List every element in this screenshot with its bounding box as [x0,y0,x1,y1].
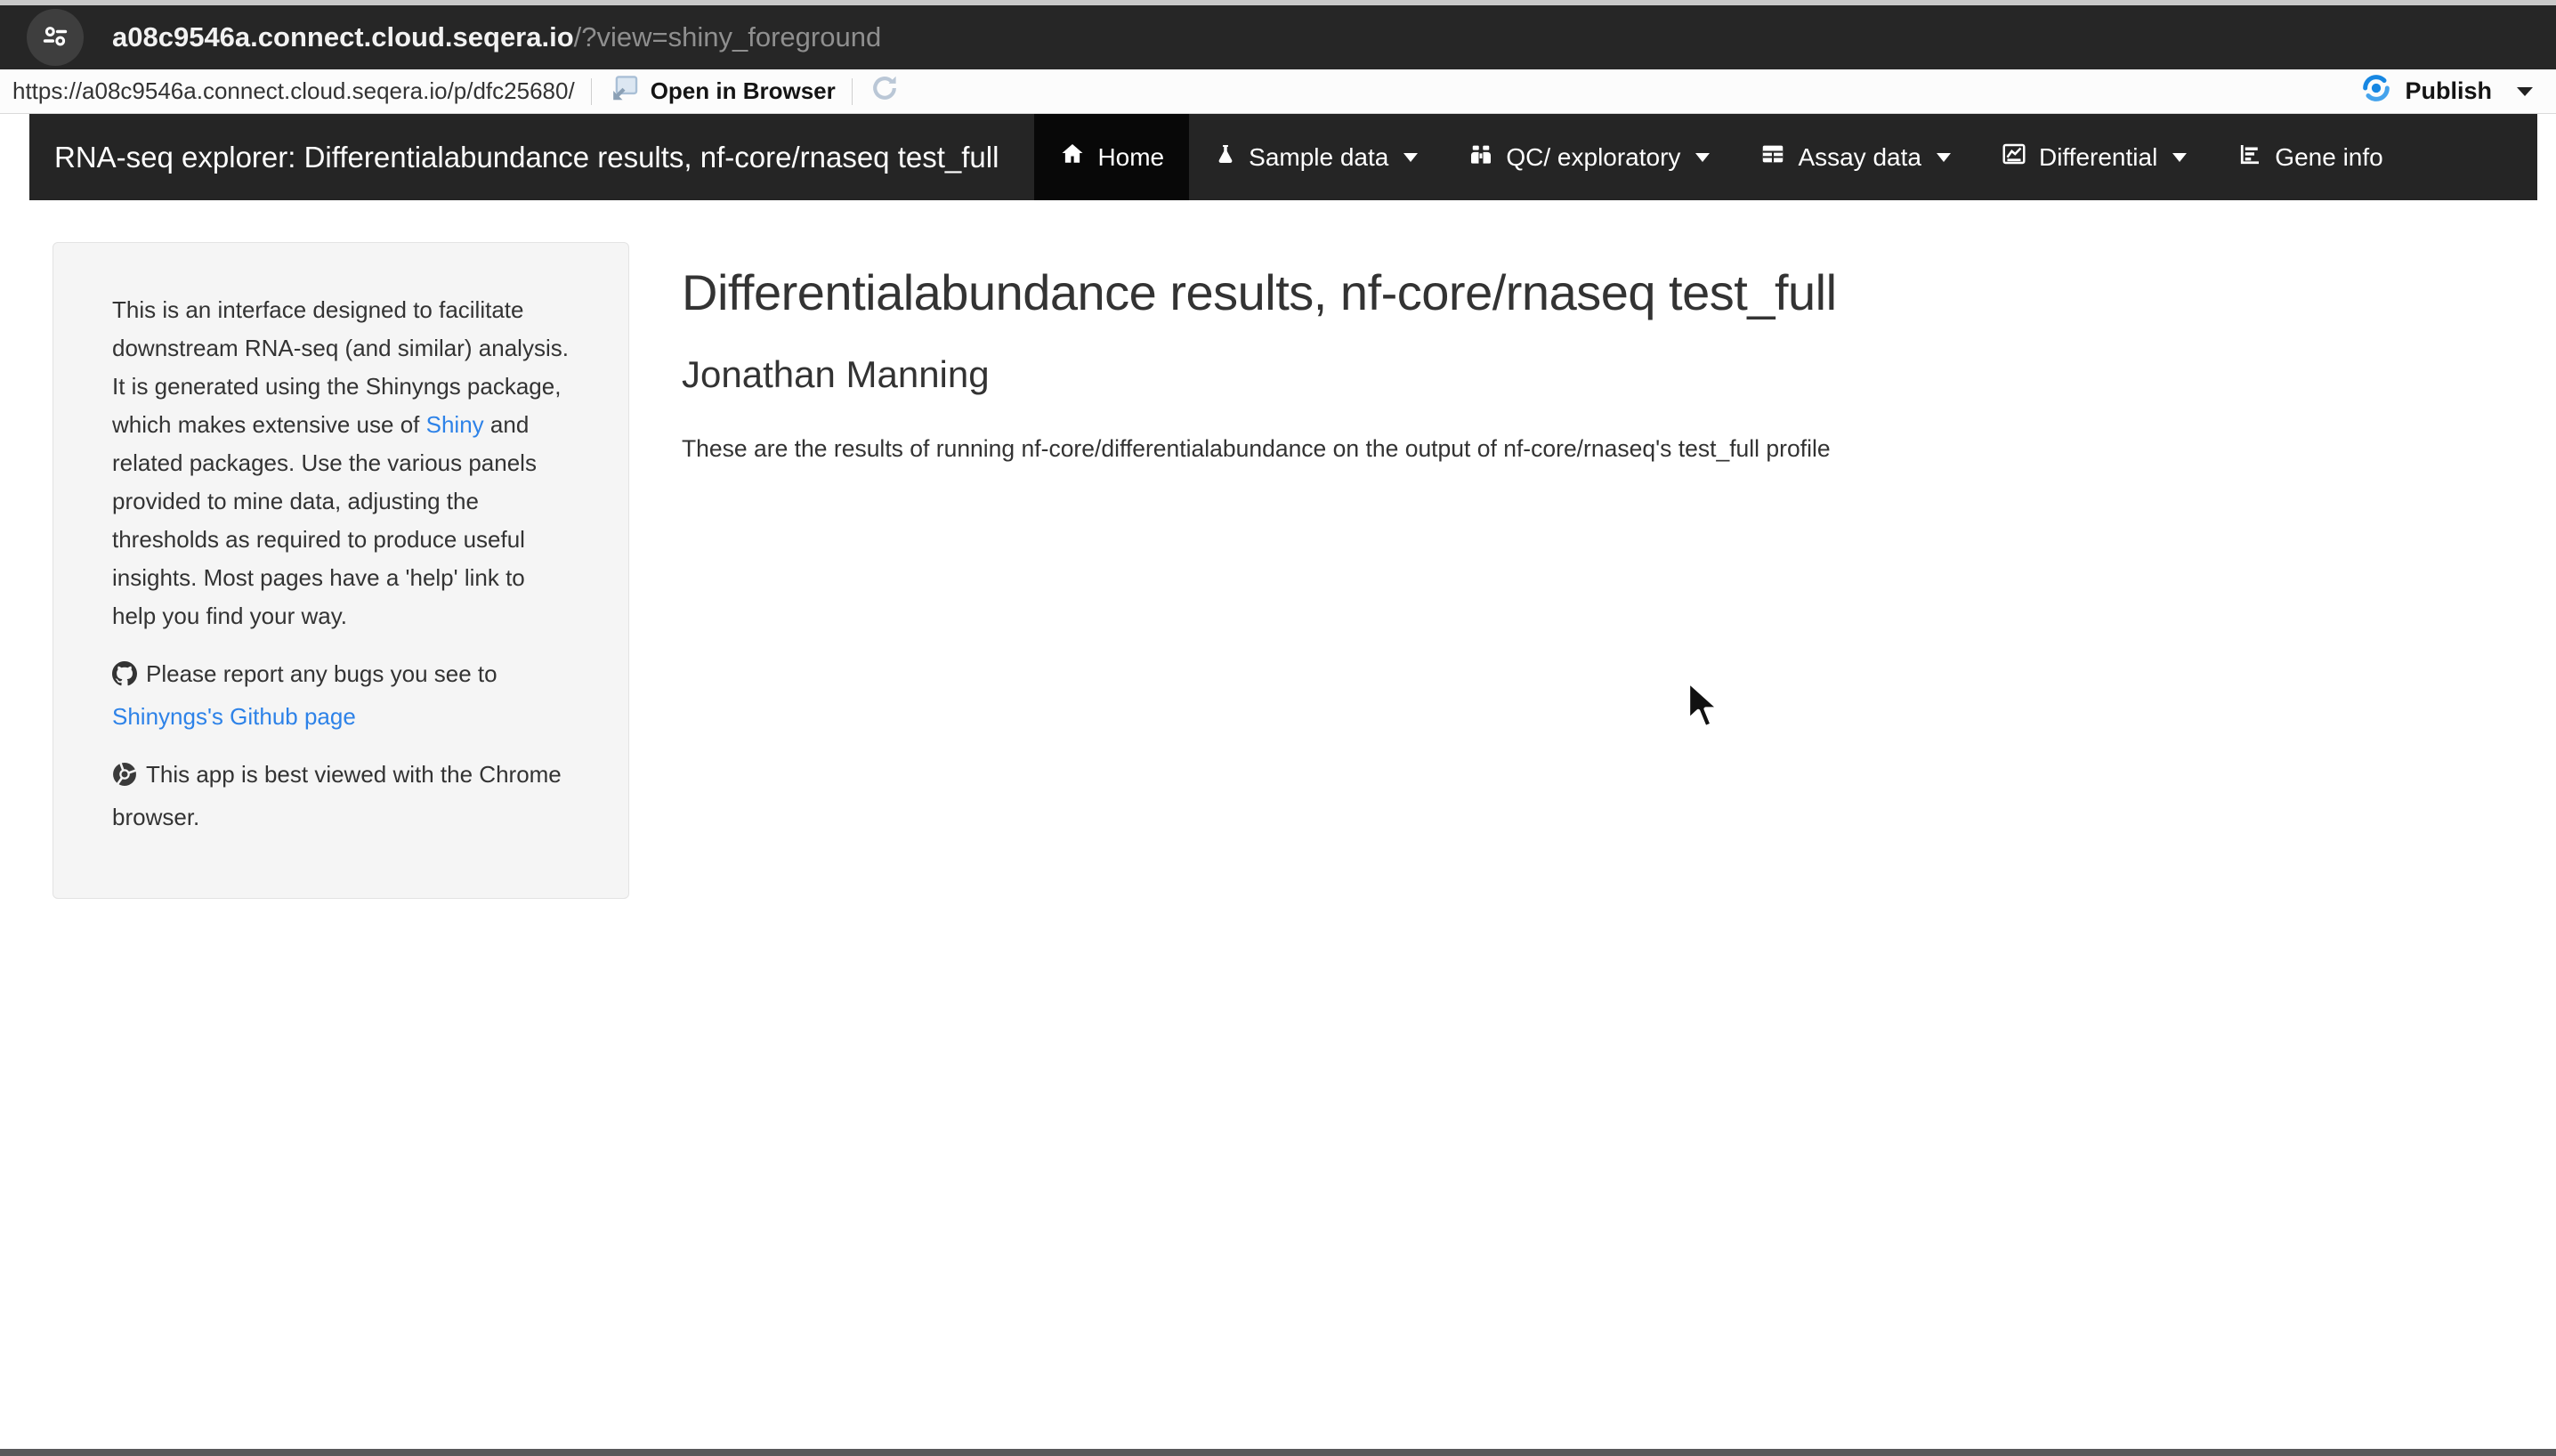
refresh-button[interactable] [869,72,901,110]
address-query: /?view=shiny_foreground [574,21,882,53]
sliders-icon [39,20,71,56]
mouse-cursor [1685,679,1731,737]
publish-button[interactable]: Publish [2358,70,2533,112]
chevron-down-icon [1403,153,1418,162]
nav-item-home[interactable]: Home [1034,114,1189,200]
nav-item-label: Assay data [1798,143,1921,172]
nav-item-sample-data[interactable]: Sample data [1189,114,1443,200]
chrome-icon [112,760,137,798]
chevron-down-icon[interactable] [2517,87,2533,96]
app-title: RNA-seq explorer: Differentialabundance … [29,114,1034,200]
nav-item-label: Sample data [1249,143,1388,172]
publish-label: Publish [2405,77,2492,105]
address-host: a08c9546a.connect.cloud.seqera.io [112,21,574,53]
open-in-browser-icon [608,73,640,109]
browser-titlebar: a08c9546a.connect.cloud.seqera.io/?view=… [0,5,2556,69]
address-bar[interactable]: a08c9546a.connect.cloud.seqera.io/?view=… [112,21,881,53]
intro-panel: This is an interface designed to facilit… [53,242,629,899]
chrome-note-paragraph: This app is best viewed with the Chrome … [112,756,573,837]
window-bottom-edge [0,1449,2556,1456]
github-page-link[interactable]: Shinyngs's Github page [112,703,356,730]
main-content: Differentialabundance results, nf-core/r… [682,263,2070,463]
nav-item-differential[interactable]: Differential [1976,114,2212,200]
bug-report-paragraph: Please report any bugs you see to Shinyn… [112,655,573,736]
binoculars-icon [1468,141,1494,174]
nav-item-label: QC/ exploratory [1506,143,1680,172]
nav-item-label: Home [1097,143,1164,172]
github-icon [112,659,137,698]
deployed-url: https://a08c9546a.connect.cloud.seqera.i… [12,77,575,105]
intro-text-continued: and related packages. Use the various pa… [112,411,537,629]
open-in-browser-button[interactable]: Open in Browser [608,73,836,109]
intro-paragraph: This is an interface designed to facilit… [112,291,573,635]
chevron-down-icon [2172,153,2187,162]
chrome-note-text: This app is best viewed with the Chrome … [112,761,562,830]
open-in-browser-label: Open in Browser [651,77,836,105]
nav-item-assay-data[interactable]: Assay data [1735,114,1976,200]
chart-bar-horizontal-icon [2236,141,2263,174]
nav-item-label: Differential [2039,143,2157,172]
chevron-down-icon [1937,153,1951,162]
toolbar-divider [591,78,592,105]
table-icon [1759,141,1786,174]
toolbar-divider [852,78,853,105]
home-icon [1059,141,1086,174]
publish-icon [2358,70,2394,112]
page-author: Jonathan Manning [682,353,2070,396]
shiny-link[interactable]: Shiny [426,411,484,438]
chevron-down-icon [1695,153,1710,162]
flask-icon [1214,141,1237,174]
refresh-icon [869,72,901,110]
page-description: These are the results of running nf-core… [682,435,2070,463]
connect-toolbar: https://a08c9546a.connect.cloud.seqera.i… [0,69,2556,114]
chart-line-icon [2001,141,2027,174]
site-settings-button[interactable] [27,9,84,66]
nav-item-gene-info[interactable]: Gene info [2212,114,2407,200]
nav-items: Home Sample data QC/ explorat [1034,114,2407,200]
nav-item-qc-exploratory[interactable]: QC/ exploratory [1443,114,1735,200]
nav-item-label: Gene info [2275,143,2382,172]
app-navbar: RNA-seq explorer: Differentialabundance … [29,114,2537,200]
page-title: Differentialabundance results, nf-core/r… [682,263,2070,321]
bug-report-text: Please report any bugs you see to [146,660,497,687]
